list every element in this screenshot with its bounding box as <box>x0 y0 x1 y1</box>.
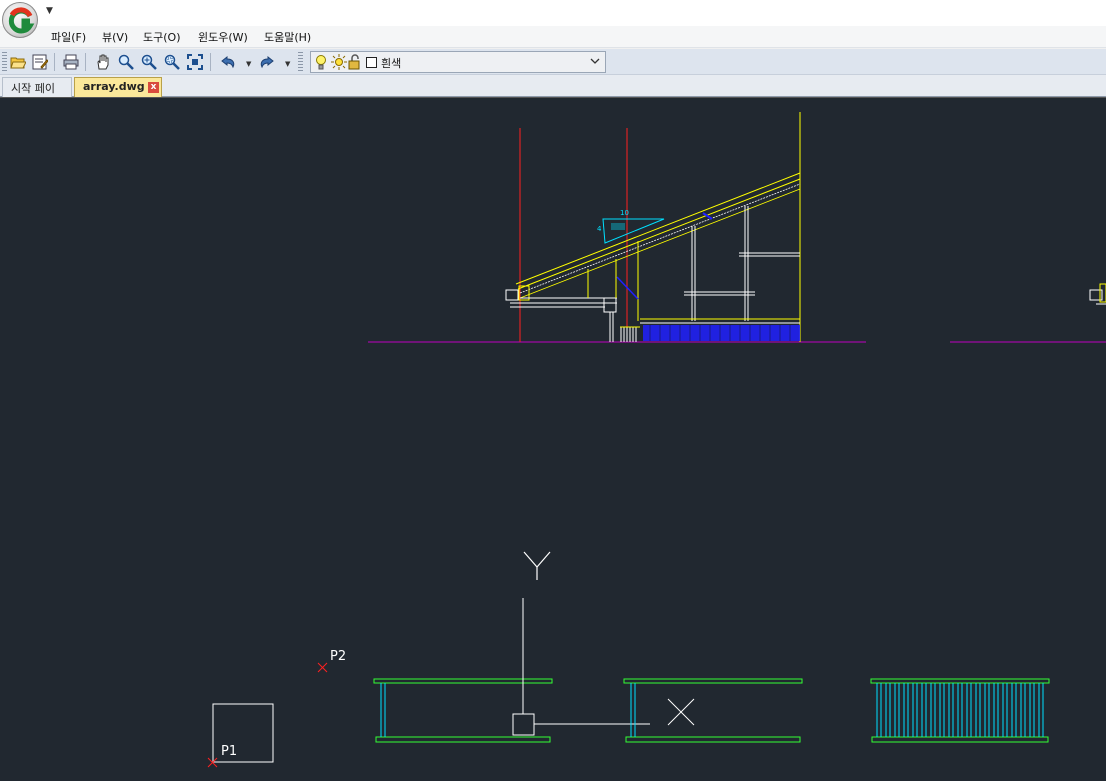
layer-color-swatch <box>366 57 377 68</box>
zoom-window-icon[interactable] <box>162 52 182 72</box>
menu-tools[interactable]: 도구(O) <box>143 29 180 45</box>
redo-icon[interactable] <box>257 52 277 72</box>
toolbar: ▼ ▼ 흰색 <box>0 49 1106 75</box>
toolbar-grip[interactable] <box>2 52 7 72</box>
tab-active-label: array.dwg <box>83 80 145 93</box>
print-icon[interactable] <box>61 52 81 72</box>
quick-access-dropdown-icon[interactable]: ▼ <box>46 6 53 16</box>
point-label-p1: P1 <box>221 744 238 759</box>
layer-dropdown[interactable]: 흰색 <box>310 51 606 73</box>
app-logo[interactable] <box>2 2 38 38</box>
zoom-in-icon[interactable] <box>139 52 159 72</box>
lock-icon[interactable] <box>348 54 362 73</box>
zoom-extents-icon[interactable] <box>185 52 205 72</box>
bulb-icon[interactable] <box>315 54 327 73</box>
document-tab-bar: 시작 페이지 array.dwg x <box>0 75 1106 111</box>
save-icon[interactable] <box>30 52 50 72</box>
undo-dropdown-icon[interactable]: ▼ <box>246 60 251 68</box>
drawing-canvas[interactable]: P1 P2 10 4 <box>0 97 1106 781</box>
tab-start-page[interactable]: 시작 페이지 <box>2 77 72 111</box>
title-bar: ▼ <box>0 0 1106 38</box>
point-label-p2: P2 <box>330 649 347 664</box>
undo-icon[interactable] <box>218 52 238 72</box>
menu-window[interactable]: 윈도우(W) <box>198 29 248 45</box>
dimension-label-vertical: 4 <box>597 225 602 233</box>
tab-array-dwg[interactable]: array.dwg x <box>74 77 162 97</box>
layer-toolbar-grip[interactable] <box>298 52 303 72</box>
menu-view[interactable]: 뷰(V) <box>102 29 128 45</box>
close-icon[interactable]: x <box>148 82 159 93</box>
chevron-down-icon[interactable] <box>589 55 601 70</box>
cad-drawing <box>207 112 1106 768</box>
roof-section-drawing <box>368 112 1106 343</box>
menu-bar: 파일(F) 뷰(V) 도구(O) 윈도우(W) 도움말(H) <box>0 26 1106 48</box>
sun-icon[interactable] <box>331 54 347 73</box>
zoom-realtime-icon[interactable] <box>116 52 136 72</box>
dimension-label-horizontal: 10 <box>620 209 629 217</box>
array-demo <box>207 598 1050 768</box>
ucs-icon <box>523 551 551 580</box>
layer-name: 흰색 <box>381 57 402 70</box>
menu-file[interactable]: 파일(F) <box>51 29 86 45</box>
open-icon[interactable] <box>8 52 28 72</box>
pan-icon[interactable] <box>93 52 113 72</box>
menu-help[interactable]: 도움말(H) <box>264 29 311 45</box>
redo-dropdown-icon[interactable]: ▼ <box>285 60 290 68</box>
